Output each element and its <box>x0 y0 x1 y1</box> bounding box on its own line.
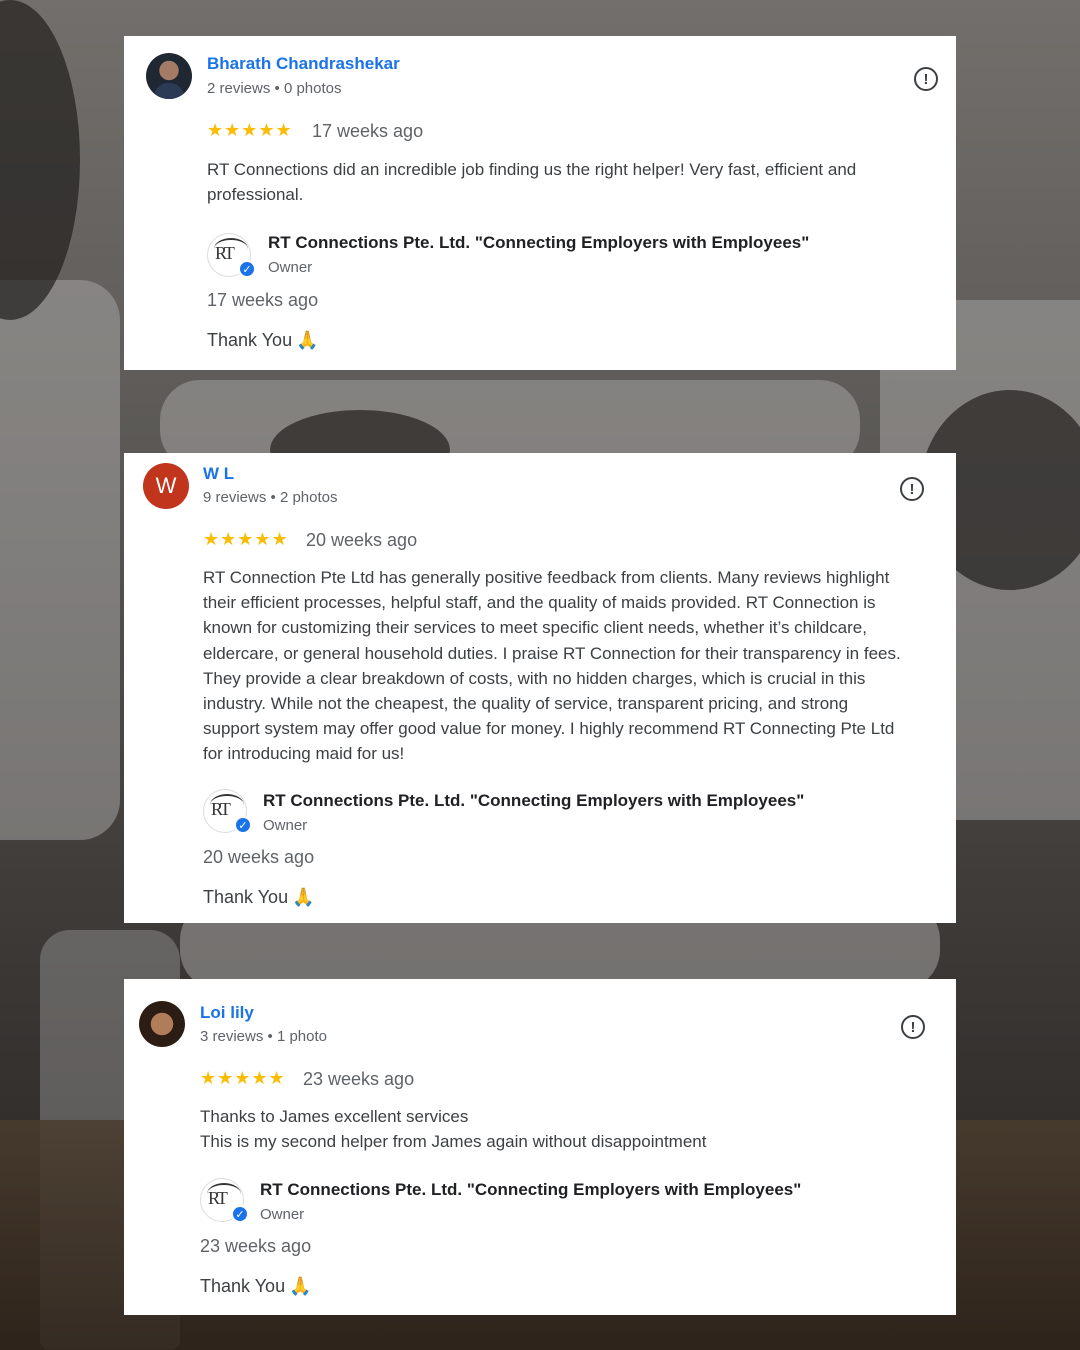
reply-text: Thank You 🙏 <box>203 887 315 907</box>
report-icon[interactable]: ! <box>900 477 924 501</box>
owner-logo[interactable]: RT ✓ <box>207 233 256 278</box>
review-card: Bharath Chandrashekar 2 reviews • 0 phot… <box>124 36 956 370</box>
verified-icon: ✓ <box>231 1205 249 1223</box>
reply-date: 23 weeks ago <box>200 1236 312 1256</box>
folded-hands-icon: 🙏 <box>296 330 319 350</box>
review-text: RT Connection Pte Ltd has generally posi… <box>203 568 901 764</box>
review-card: Loi lily 3 reviews • 1 photo ! ★★★★★ 23 … <box>124 979 956 1315</box>
report-icon[interactable]: ! <box>914 67 938 91</box>
reviewer-meta: 3 reviews • 1 photo <box>200 1028 327 1045</box>
reviewer-avatar[interactable] <box>139 1001 185 1047</box>
owner-name[interactable]: RT Connections Pte. Ltd. "Connecting Emp… <box>268 233 809 253</box>
star-rating: ★★★★★ <box>203 529 289 549</box>
owner-role: Owner <box>268 259 313 276</box>
star-rating: ★★★★★ <box>207 120 293 140</box>
review-date: 20 weeks ago <box>306 530 418 550</box>
review-text: Thanks to James excellent services This … <box>200 1107 707 1152</box>
reply-date: 20 weeks ago <box>203 847 315 867</box>
owner-role: Owner <box>260 1206 305 1223</box>
owner-name[interactable]: RT Connections Pte. Ltd. "Connecting Emp… <box>260 1180 801 1200</box>
folded-hands-icon: 🙏 <box>289 1276 312 1296</box>
owner-logo[interactable]: RT ✓ <box>203 789 252 834</box>
review-card: W W L 9 reviews • 2 photos ! ★★★★★ 20 we… <box>124 453 956 923</box>
reviewer-name[interactable]: W L <box>203 464 234 484</box>
reviewer-name[interactable]: Bharath Chandrashekar <box>207 54 400 74</box>
reviewer-name[interactable]: Loi lily <box>200 1003 254 1023</box>
review-text: RT Connections did an incredible job fin… <box>207 160 857 205</box>
reply-text: Thank You 🙏 <box>200 1276 312 1296</box>
folded-hands-icon: 🙏 <box>292 887 315 907</box>
report-icon[interactable]: ! <box>901 1015 925 1039</box>
verified-icon: ✓ <box>238 260 256 278</box>
reviewer-avatar[interactable] <box>146 53 192 99</box>
reviewer-meta: 9 reviews • 2 photos <box>203 489 338 506</box>
owner-logo[interactable]: RT ✓ <box>200 1178 249 1223</box>
review-date: 23 weeks ago <box>303 1069 415 1089</box>
owner-name[interactable]: RT Connections Pte. Ltd. "Connecting Emp… <box>263 791 804 811</box>
reply-date: 17 weeks ago <box>207 290 319 310</box>
reviewer-avatar[interactable]: W <box>143 463 189 509</box>
verified-icon: ✓ <box>234 816 252 834</box>
owner-role: Owner <box>263 817 308 834</box>
star-rating: ★★★★★ <box>200 1068 286 1088</box>
review-date: 17 weeks ago <box>312 121 424 141</box>
reply-text: Thank You 🙏 <box>207 330 319 350</box>
reviewer-meta: 2 reviews • 0 photos <box>207 80 342 97</box>
